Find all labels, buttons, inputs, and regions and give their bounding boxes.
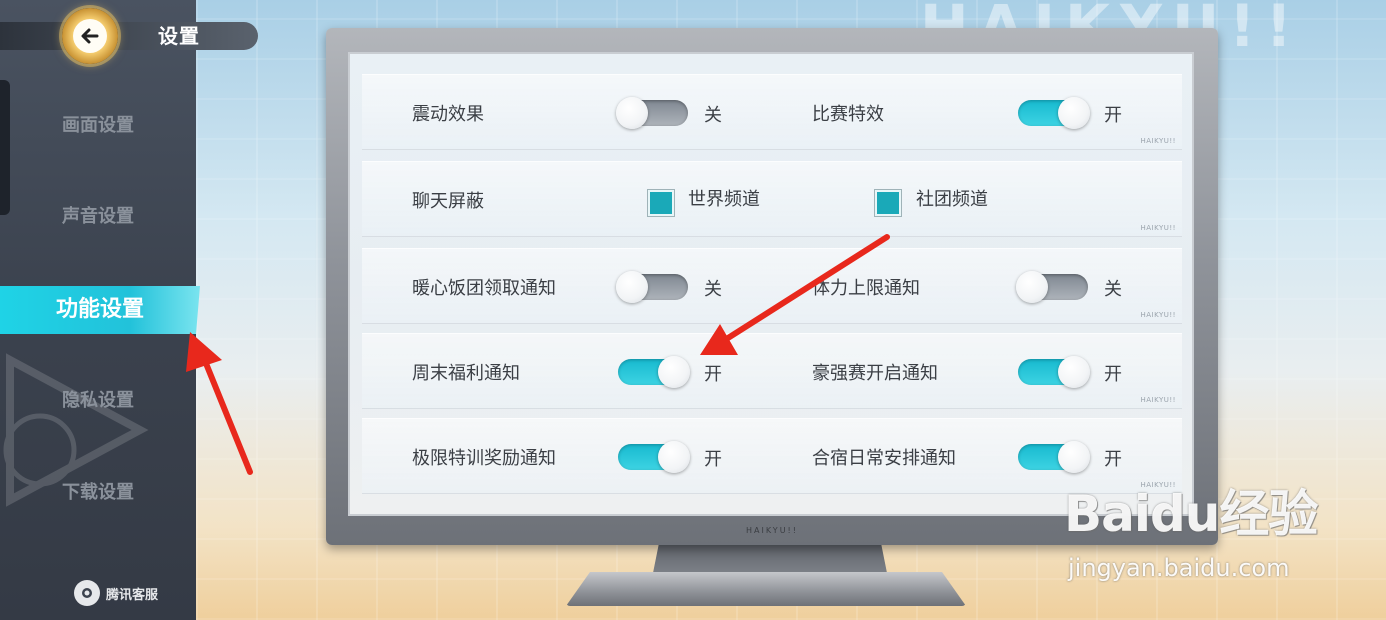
stamina-notify-state: 关: [1104, 279, 1122, 300]
settings-row: HAIKYU!! 聊天屏蔽 世界频道 社团频道: [362, 161, 1182, 237]
settings-row: HAIKYU!! 震动效果 关 比赛特效 开: [362, 74, 1182, 150]
vibration-toggle[interactable]: [616, 97, 688, 129]
rice-ball-notify-state: 关: [704, 279, 722, 300]
world-channel-label: 世界频道: [688, 189, 760, 210]
rice-ball-notify-toggle[interactable]: [616, 271, 688, 303]
settings-row: HAIKYU!! 极限特训奖励通知 开 合宿日常安排通知 开: [362, 418, 1182, 494]
monitor-brand: HAIKYU!!: [746, 526, 798, 535]
weekend-bonus-notify-toggle[interactable]: [618, 356, 690, 388]
row-brand: HAIKYU!!: [1140, 224, 1176, 232]
monitor-frame: HAIKYU!! HAIKYU!! 震动效果 关 比赛特效 开 HAIKYU!!…: [326, 28, 1218, 545]
club-channel-label: 社团频道: [916, 189, 988, 210]
weekend-bonus-notify-state: 开: [704, 364, 722, 385]
toggle-knob: [616, 271, 648, 303]
settings-row: HAIKYU!! 暖心饭团领取通知 关 体力上限通知 关: [362, 248, 1182, 324]
toggle-knob: [1058, 441, 1090, 473]
settings-row: HAIKYU!! 周末福利通知 开 豪强赛开启通知 开: [362, 333, 1182, 409]
toggle-knob: [658, 356, 690, 388]
championship-notify-state: 开: [1104, 364, 1122, 385]
camp-schedule-notify-toggle[interactable]: [1018, 441, 1090, 473]
monitor-base: [566, 572, 966, 606]
settings-panel: HAIKYU!! 震动效果 关 比赛特效 开 HAIKYU!! 聊天屏蔽 世界频…: [348, 52, 1194, 516]
customer-service-button[interactable]: 腾讯客服: [74, 580, 158, 606]
match-effects-toggle[interactable]: [1018, 97, 1090, 129]
camp-schedule-notify-label: 合宿日常安排通知: [812, 448, 956, 469]
championship-notify-toggle[interactable]: [1018, 356, 1090, 388]
camp-schedule-notify-state: 开: [1104, 449, 1122, 470]
header-bar: [0, 22, 258, 50]
extreme-training-notify-state: 开: [704, 449, 722, 470]
match-effects-state: 开: [1104, 105, 1122, 126]
rice-ball-notify-label: 暖心饭团领取通知: [412, 278, 556, 299]
toggle-knob: [1058, 356, 1090, 388]
sidebar-item-download[interactable]: 下载设置: [0, 473, 196, 513]
customer-service-label: 腾讯客服: [106, 587, 159, 603]
stamina-notify-toggle[interactable]: [1016, 271, 1088, 303]
sidebar: 画面设置 声音设置 功能设置 隐私设置 下载设置 腾讯客服: [0, 0, 200, 620]
page-title: 设置: [158, 24, 200, 48]
championship-notify-label: 豪强赛开启通知: [812, 363, 938, 384]
row-brand: HAIKYU!!: [1140, 481, 1176, 489]
world-channel-checkbox[interactable]: [648, 190, 674, 216]
toggle-knob: [1058, 97, 1090, 129]
row-brand: HAIKYU!!: [1140, 396, 1176, 404]
row-brand: HAIKYU!!: [1140, 311, 1176, 319]
vibration-state: 关: [704, 105, 722, 126]
back-button[interactable]: [62, 8, 118, 64]
vibration-label: 震动效果: [412, 104, 484, 125]
sidebar-item-function[interactable]: 功能设置: [0, 286, 200, 334]
chat-block-label: 聊天屏蔽: [412, 191, 484, 212]
back-arrow-icon: [81, 28, 99, 44]
toggle-knob: [1016, 271, 1048, 303]
sidebar-item-sound[interactable]: 声音设置: [0, 197, 196, 237]
row-brand: HAIKYU!!: [1140, 137, 1176, 145]
headset-icon: [74, 580, 100, 606]
club-channel-checkbox[interactable]: [875, 190, 901, 216]
sidebar-item-privacy[interactable]: 隐私设置: [0, 381, 196, 421]
match-effects-label: 比赛特效: [812, 104, 884, 125]
stamina-notify-label: 体力上限通知: [812, 278, 920, 299]
toggle-knob: [658, 441, 690, 473]
weekend-bonus-notify-label: 周末福利通知: [412, 363, 520, 384]
extreme-training-notify-toggle[interactable]: [618, 441, 690, 473]
sidebar-item-display[interactable]: 画面设置: [0, 106, 196, 146]
toggle-knob: [616, 97, 648, 129]
extreme-training-notify-label: 极限特训奖励通知: [412, 448, 556, 469]
